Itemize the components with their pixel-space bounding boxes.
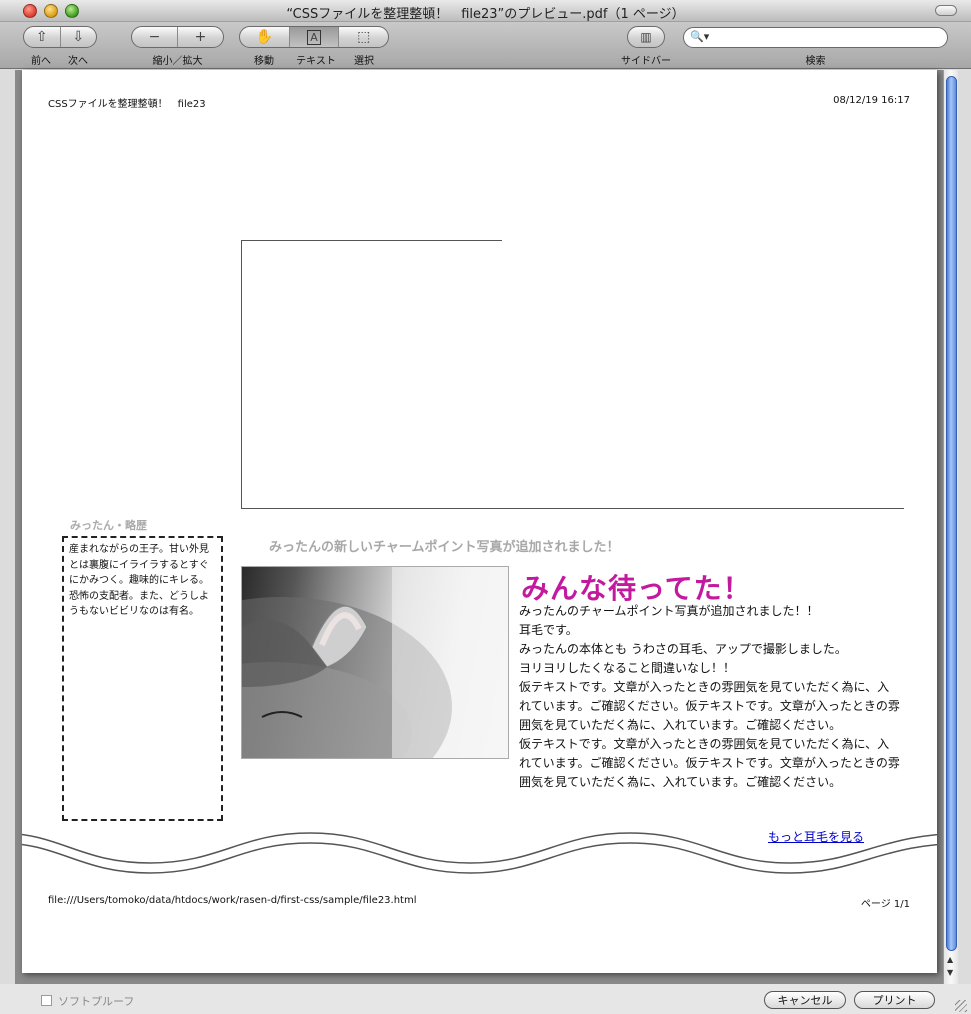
profile-heading: みったん・略歴: [70, 519, 147, 532]
scroll-thumb[interactable]: [946, 76, 957, 951]
zoom-out-button[interactable]: −: [132, 27, 178, 47]
marquee-icon: ⬚: [357, 29, 371, 45]
sidebar-toggle[interactable]: ▥: [628, 27, 664, 47]
zoom-in-button[interactable]: +: [178, 27, 223, 47]
article-subheading: みったんの新しいチャームポイント写真が追加されました！: [269, 540, 620, 555]
search-icon: 🔍▾: [690, 30, 710, 43]
select-tool-button[interactable]: ⬚: [339, 27, 388, 47]
tool-mode-segment: ✋ A ⬚: [239, 26, 389, 48]
search-field[interactable]: 🔍▾: [683, 27, 948, 48]
resize-grip-icon[interactable]: [955, 1000, 967, 1012]
article-body: みったんのチャームポイント写真が追加されました！！ 耳毛です。 みったんの本体と…: [241, 602, 901, 795]
title-bar[interactable]: “CSSファイルを整理整頓！ file23”のプレビュー.pdf（1 ページ）: [0, 0, 971, 22]
profile-box: 産まれながらの王子。甘い外見とは裏腹にイライラするとすぐにかみつく。趣味的にキレ…: [62, 536, 223, 821]
minus-icon: −: [148, 29, 161, 45]
select-label: 選択: [354, 56, 374, 67]
prev-label: 前へ: [31, 56, 51, 67]
print-footer-page: ページ 1/1: [860, 899, 910, 910]
toolbar-toggle-button[interactable]: [935, 5, 957, 16]
search-label: 検索: [805, 56, 826, 67]
print-header-title: CSSファイルを整理整頓！ file23: [48, 99, 206, 110]
window-title: “CSSファイルを整理整頓！ file23”のプレビュー.pdf（1 ページ）: [286, 7, 685, 22]
softproof-checkbox[interactable]: [41, 995, 52, 1006]
text-label: テキスト: [296, 56, 336, 67]
print-footer-path: file:///Users/tomoko/data/htdocs/work/ra…: [48, 895, 417, 906]
prev-next-segment: ⇧ ⇩: [23, 26, 97, 48]
print-button[interactable]: プリント: [854, 991, 935, 1009]
next-label: 次へ: [68, 56, 88, 67]
article-heading: みんな待ってた！: [521, 572, 752, 605]
more-ear-hair-link[interactable]: もっと耳毛を見る: [768, 828, 864, 845]
zoom-label: 縮小／拡大: [152, 56, 203, 67]
cancel-button[interactable]: キャンセル: [764, 991, 846, 1009]
header-image-placeholder: [241, 240, 904, 509]
scroll-up-arrow-icon[interactable]: ▲: [947, 955, 953, 964]
text-tool-button[interactable]: A: [289, 27, 340, 47]
zoom-segment: − +: [131, 26, 224, 48]
toolbar: ⇧ ⇩ 前へ 次へ − + 縮小／拡大 ✋ A ⬚ 移動 テキスト 選択 ▥ サ…: [0, 22, 971, 69]
bottom-bar: ソフトプルーフ キャンセル プリント: [0, 984, 971, 1014]
sidebar-label: サイドバー: [621, 56, 671, 67]
up-arrow-icon: ⇧: [35, 29, 48, 45]
pdf-page: CSSファイルを整理整頓！ file23 08/12/19 16:17 みったん…: [22, 70, 937, 973]
text-cursor-icon: A: [307, 29, 321, 45]
softproof-label: ソフトプルーフ: [58, 995, 135, 1008]
sidebar-icon: ▥: [640, 30, 652, 44]
hand-icon: ✋: [255, 29, 274, 45]
next-button[interactable]: ⇩: [61, 27, 97, 47]
down-arrow-icon: ⇩: [72, 29, 85, 45]
plus-icon: +: [194, 29, 207, 45]
sidebar-button[interactable]: ▥: [627, 26, 665, 48]
preview-window: “CSSファイルを整理整頓！ file23”のプレビュー.pdf（1 ページ） …: [0, 0, 971, 1014]
move-tool-button[interactable]: ✋: [240, 27, 290, 47]
prev-button[interactable]: ⇧: [24, 27, 61, 47]
photo-wrap-spacer: [241, 602, 519, 795]
profile-text: 産まれながらの王子。甘い外見とは裏腹にイライラするとすぐにかみつく。趣味的にキレ…: [69, 544, 209, 617]
print-header-date: 08/12/19 16:17: [833, 95, 910, 106]
move-label: 移動: [254, 56, 274, 67]
vertical-scrollbar[interactable]: ▲ ▼: [943, 70, 958, 984]
scroll-down-arrow-icon[interactable]: ▼: [947, 968, 953, 977]
